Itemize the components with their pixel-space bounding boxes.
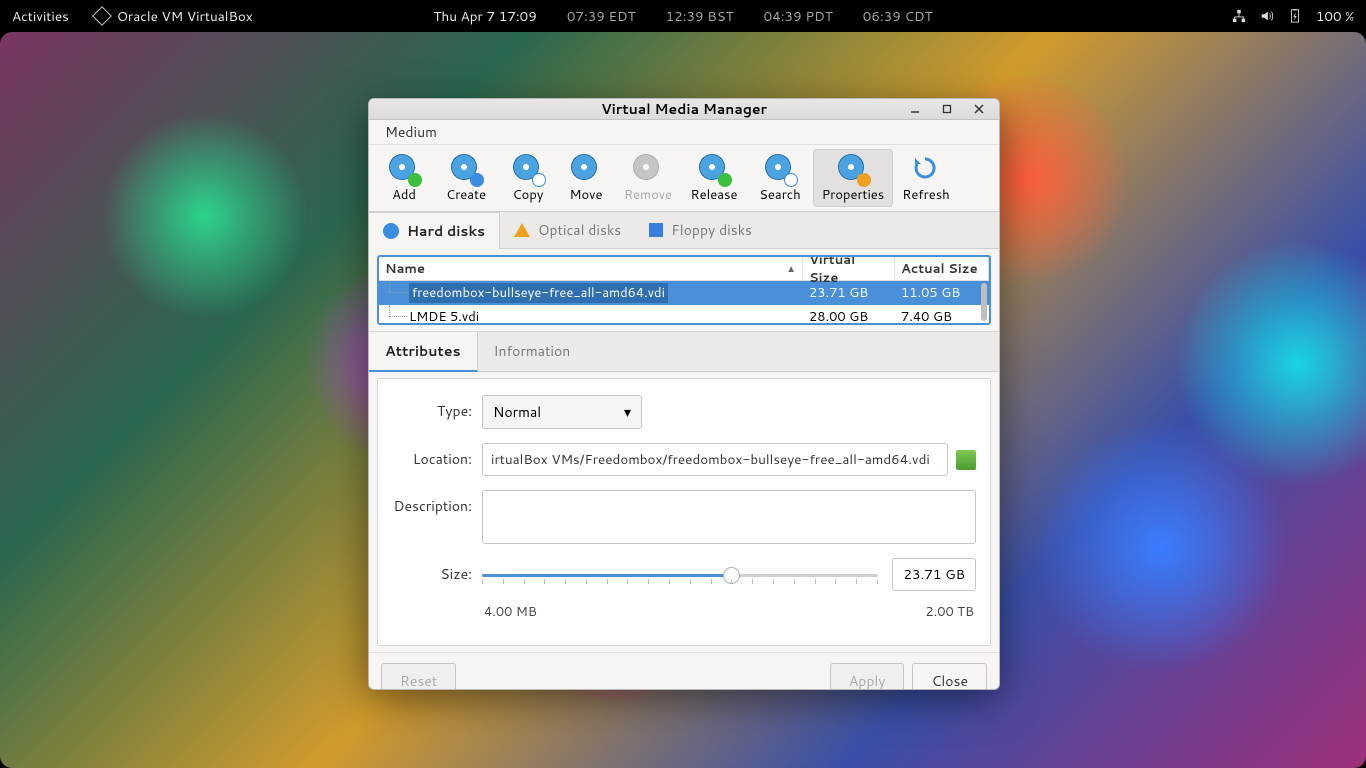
dialog-footer: Reset Apply Close: [369, 652, 999, 690]
size-slider[interactable]: [482, 565, 878, 585]
col-actual-size[interactable]: Actual Size: [895, 257, 989, 280]
virtual-media-manager-window: Virtual Media Manager Medium Add Create …: [368, 98, 1000, 690]
gnome-topbar: Activities Oracle VM VirtualBox Thu Apr …: [0, 0, 1366, 32]
type-label: Type:: [392, 395, 482, 421]
tree-branch-icon: [389, 305, 407, 317]
search-icon: [784, 173, 798, 187]
toolbar-properties[interactable]: Properties: [813, 149, 893, 207]
world-clock-edt: 07:39 EDT: [567, 7, 636, 26]
tab-floppy-disks[interactable]: Floppy disks: [635, 212, 766, 248]
battery-percent: 100 %: [1316, 7, 1354, 26]
size-min-label: 4.00 MB: [484, 603, 537, 621]
media-table[interactable]: Name▲ Virtual Size Actual Size freedombo…: [377, 255, 991, 325]
size-input[interactable]: 23.71 GB: [892, 558, 976, 591]
toolbar-remove: Remove: [615, 149, 681, 207]
tab-information[interactable]: Information: [478, 332, 587, 371]
network-icon: [1232, 9, 1246, 23]
table-header: Name▲ Virtual Size Actual Size: [379, 257, 989, 281]
size-label: Size:: [392, 558, 482, 584]
detail-tabs: Attributes Information: [369, 331, 999, 372]
location-label: Location:: [392, 443, 482, 469]
arrow-icon: [718, 173, 732, 187]
attributes-form: Type: Normal▾ Location: irtualBox VMs/Fr…: [377, 378, 991, 646]
volume-icon: [1260, 9, 1274, 23]
gear-icon: [857, 173, 871, 187]
col-virtual-size[interactable]: Virtual Size: [803, 257, 895, 280]
table-row[interactable]: freedombox-bullseye-free_all-amd64.vdi 2…: [379, 281, 989, 305]
world-clock-pdt: 04:39 PDT: [764, 7, 833, 26]
minimize-button[interactable]: [901, 98, 929, 123]
description-textarea[interactable]: [482, 490, 976, 544]
tab-attributes[interactable]: Attributes: [369, 332, 478, 372]
location-input[interactable]: irtualBox VMs/Freedombox/freedombox-bull…: [482, 443, 948, 476]
refresh-icon: [911, 154, 939, 182]
tab-optical-disks[interactable]: Optical disks: [500, 212, 635, 248]
description-label: Description:: [392, 490, 482, 516]
window-titlebar[interactable]: Virtual Media Manager: [369, 99, 999, 120]
col-name[interactable]: Name▲: [379, 257, 803, 280]
app-menu[interactable]: Oracle VM VirtualBox: [95, 7, 253, 26]
plus-icon: [408, 173, 422, 187]
size-max-label: 2.00 TB: [925, 603, 974, 621]
menubar: Medium: [369, 120, 999, 145]
sort-asc-icon: ▲: [786, 262, 796, 276]
menu-medium[interactable]: Medium: [379, 120, 443, 144]
close-button[interactable]: [965, 98, 993, 123]
floppy-icon: [649, 223, 663, 237]
world-clock-bst: 12:39 BST: [666, 7, 734, 26]
scrollbar[interactable]: [981, 283, 987, 321]
table-row[interactable]: LMDE 5.vdi 28.00 GB 7.40 GB: [379, 305, 989, 325]
copy-icon: [532, 173, 546, 187]
toolbar-move[interactable]: Move: [557, 149, 615, 207]
toolbar-create[interactable]: Create: [433, 149, 499, 207]
warning-icon: [514, 223, 530, 237]
virtualbox-icon: [92, 6, 112, 26]
reset-button: Reset: [381, 663, 456, 690]
activities-button[interactable]: Activities: [12, 7, 69, 26]
toolbar-add[interactable]: Add: [375, 149, 433, 207]
toolbar-release[interactable]: Release: [681, 149, 747, 207]
clock-main[interactable]: Thu Apr 7 17:09: [433, 7, 536, 26]
disk-icon: [383, 223, 399, 239]
close-dialog-button[interactable]: Close: [912, 663, 987, 690]
toolbar-refresh[interactable]: Refresh: [893, 149, 959, 207]
window-title: Virtual Media Manager: [601, 99, 767, 119]
media-type-tabs: Hard disks Optical disks Floppy disks: [369, 212, 999, 249]
chevron-down-icon: ▾: [624, 402, 631, 422]
toolbar-search[interactable]: Search: [747, 149, 813, 207]
new-icon: [470, 173, 484, 187]
world-clock-cdt: 06:39 CDT: [863, 7, 933, 26]
toolbar-copy[interactable]: Copy: [499, 149, 557, 207]
toolbar: Add Create Copy Move Remove Release Sear…: [369, 145, 999, 212]
tree-branch-icon: [389, 281, 407, 293]
type-select[interactable]: Normal▾: [482, 395, 642, 429]
browse-location-button[interactable]: [956, 450, 976, 470]
tab-hard-disks[interactable]: Hard disks: [369, 212, 500, 249]
battery-icon: [1288, 9, 1302, 23]
system-tray[interactable]: 100 %: [1232, 7, 1354, 26]
apply-button: Apply: [830, 663, 905, 690]
maximize-button[interactable]: [933, 98, 961, 123]
